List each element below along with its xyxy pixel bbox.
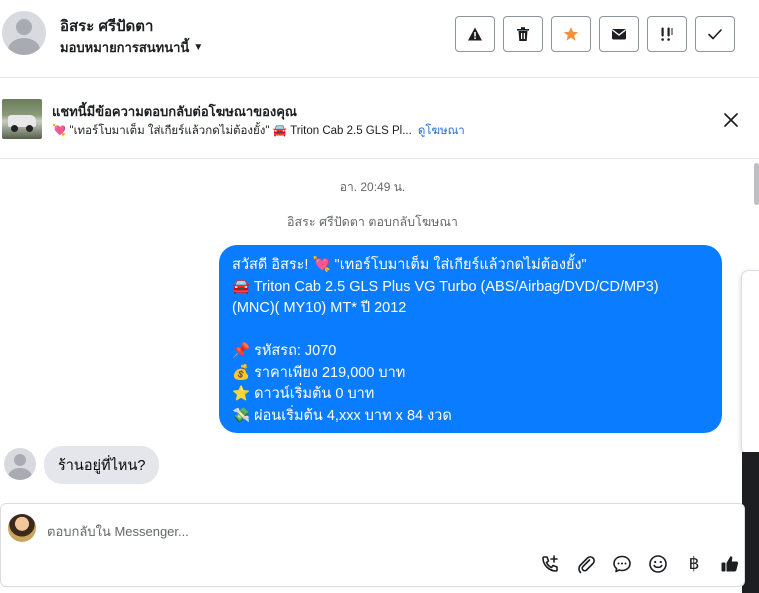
reply-input[interactable]: ตอบกลับใน Messenger... — [47, 521, 189, 542]
conversation-header: อิสระ ศรีปัดตา มอบหมายการสนทนานี้ ▼ — [0, 0, 759, 78]
paperclip-icon — [578, 556, 595, 574]
star-button[interactable] — [551, 16, 591, 52]
composer-tools: ฿ — [538, 552, 742, 576]
message-line: สวัสดี อิสระ! 💘 "เทอร์โบมาเต็ม ใส่เกียร์… — [232, 257, 587, 273]
message-line: 📌 รหัสรถ: J070 — [232, 343, 337, 359]
message-line: 💸 ผ่อนเริ่มต้น 4,xxx บาท x 84 งวด — [232, 407, 452, 424]
message-line: ⭐ ดาวน์เริ่มต้น 0 บาท — [232, 386, 375, 402]
ad-snippet: 💘 "เทอร์โบมาเต็ม ใส่เกียร์แล้วกดไม่ต้องย… — [52, 125, 412, 137]
call-button[interactable] — [538, 552, 562, 576]
phone-add-icon — [542, 555, 558, 572]
smiley-icon — [649, 555, 667, 573]
incoming-message-bubble[interactable]: ร้านอยู่ที่ไหน? — [44, 446, 160, 484]
page-avatar — [8, 514, 36, 542]
follow-up-button[interactable] — [647, 16, 687, 52]
warning-icon — [468, 27, 482, 41]
mark-done-button[interactable] — [695, 16, 735, 52]
contact-avatar[interactable] — [2, 11, 46, 55]
caret-down-icon: ▼ — [193, 42, 204, 53]
trash-icon — [517, 27, 529, 41]
close-icon — [724, 113, 738, 127]
emoji-button[interactable] — [646, 552, 670, 576]
report-spam-button[interactable] — [455, 16, 495, 52]
outgoing-message-bubble[interactable]: สวัสดี อิสระ! 💘 "เทอร์โบมาเต็ม ใส่เกียร์… — [219, 245, 722, 433]
attach-file-button[interactable] — [574, 552, 598, 576]
saved-replies-button[interactable] — [610, 552, 634, 576]
ad-banner-title: แชทนี้มีข้อความตอบกลับต่อโฆษณาของคุณ — [52, 104, 297, 119]
message-line: 🚘 Triton Cab 2.5 GLS Plus VG Turbo (ABS/… — [232, 278, 659, 295]
ad-thumbnail[interactable] — [2, 99, 42, 139]
ad-reply-banner: แชทนี้มีข้อความตอบกลับต่อโฆษณาของคุณ 💘 "… — [0, 79, 759, 159]
ad-reply-notice: อิสระ ศรีปัดตา ตอบกลับโฆษณา — [287, 215, 458, 229]
sender-avatar[interactable] — [4, 448, 36, 480]
message-line — [232, 320, 709, 342]
like-button[interactable] — [718, 552, 742, 576]
view-ad-link[interactable]: ดูโฆษณา — [418, 122, 465, 140]
envelope-icon — [612, 29, 626, 40]
message-line: 💰 ราคาเพียง 219,000 บาท — [232, 364, 406, 381]
star-icon — [563, 27, 579, 41]
assign-conversation-dropdown[interactable]: มอบหมายการสนทนานี้ ▼ — [60, 37, 203, 58]
payment-button[interactable]: ฿ — [682, 552, 706, 576]
conversation-toolbar — [455, 16, 735, 52]
scrollbar-thumb[interactable] — [754, 163, 759, 205]
message-line: (MNC)( MY10) MT* ปี 2012 — [232, 300, 407, 316]
side-panel-edge — [741, 270, 759, 455]
close-banner-button[interactable] — [720, 109, 742, 131]
mark-unread-button[interactable] — [599, 16, 639, 52]
assign-label: มอบหมายการสนทนานี้ — [60, 40, 190, 55]
message-timestamp: อา. 20:49 น. — [339, 180, 406, 194]
baht-icon: ฿ — [688, 554, 700, 574]
checkmark-icon — [708, 29, 722, 40]
message-composer: ตอบกลับใน Messenger... ฿ — [0, 503, 745, 587]
ad-banner-subtitle: 💘 "เทอร์โบมาเต็ม ใส่เกียร์แล้วกดไม่ต้องย… — [52, 122, 465, 140]
chat-bubble-icon — [613, 555, 631, 573]
thumbs-up-icon — [721, 556, 739, 572]
follow-up-icon — [661, 27, 673, 41]
contact-name[interactable]: อิสระ ศรีปัดตา — [60, 14, 153, 38]
delete-button[interactable] — [503, 16, 543, 52]
